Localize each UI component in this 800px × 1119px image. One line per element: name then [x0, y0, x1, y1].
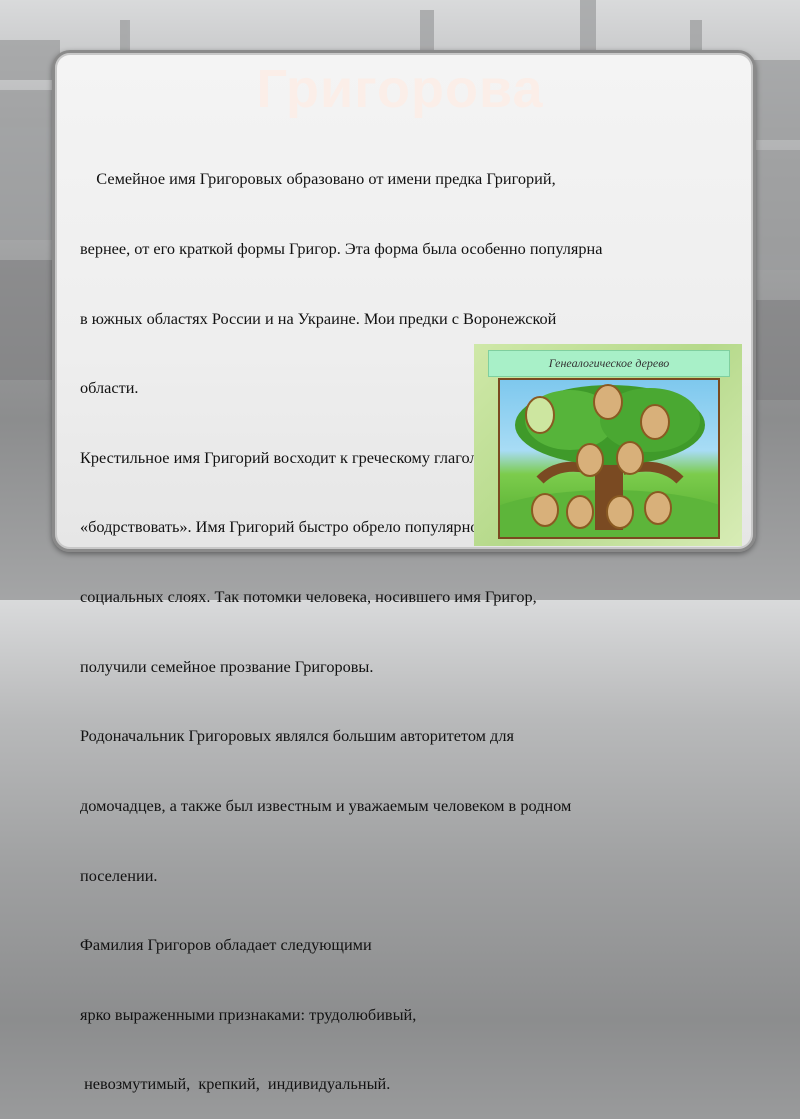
text-line: получили семейное прозвание Григоровы.	[80, 656, 374, 676]
text-line: Семейное имя Григоровых образовано от им…	[80, 169, 556, 189]
text-line: Фамилия Григоров обладает следующими	[80, 935, 372, 955]
tree-drawing	[500, 384, 718, 537]
family-tree-illustration	[498, 378, 720, 539]
text-line: Родоначальник Григоровых являлся большим…	[80, 726, 514, 746]
family-tree-caption: Генеалогическое дерево	[488, 350, 730, 377]
text-line: в южных областях России и на Украине. Мо…	[80, 308, 557, 328]
slide-body-text: Семейное имя Григоровых образовано от им…	[80, 121, 603, 1119]
family-tree-image: Генеалогическое дерево	[474, 344, 742, 546]
text-line: домочадцев, а также был известным и уваж…	[80, 795, 572, 815]
slide-title: Григорова	[256, 59, 544, 119]
text-line: поселении.	[80, 865, 158, 885]
text-line: невозмутимый, крепкий, индивидуальный.	[80, 1074, 391, 1094]
text-line: вернее, от его краткой формы Григор. Эта…	[80, 239, 603, 259]
text-line: ярко выраженными признаками: трудолюбивы…	[80, 1004, 417, 1024]
text-line: социальных слоях. Так потомки человека, …	[80, 587, 537, 607]
